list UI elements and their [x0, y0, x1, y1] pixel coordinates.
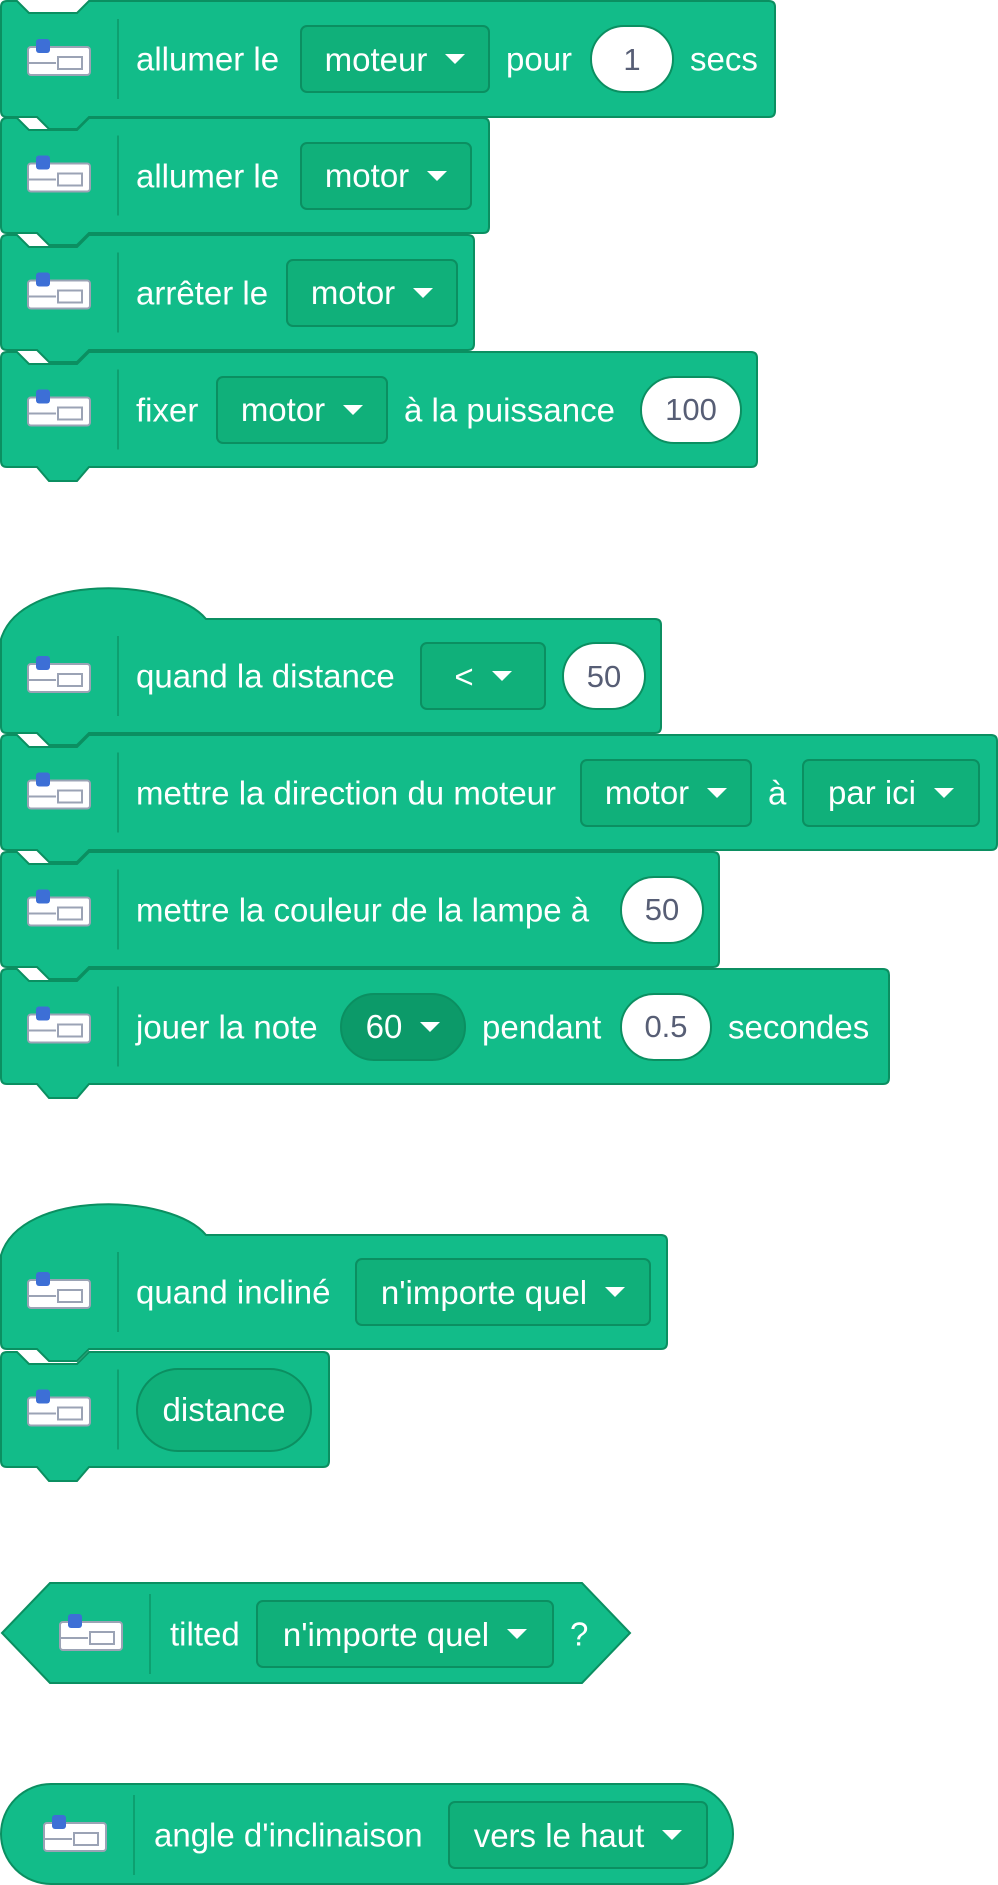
field-dropdown[interactable]: n'importe quel — [256, 1600, 554, 1668]
dropdown-value: 60 — [365, 1008, 403, 1045]
number-input[interactable]: 50 — [562, 642, 646, 710]
caret-down-icon — [934, 787, 955, 798]
field-dropdown[interactable]: < — [420, 642, 546, 710]
caret-down-icon — [662, 1830, 683, 1840]
number-value: 50 — [586, 658, 622, 694]
dropdown-value: motor — [604, 774, 690, 811]
block-label: à — [768, 774, 787, 811]
block-label: mettre la direction du moteur — [136, 774, 557, 811]
caret-down-icon — [605, 1287, 626, 1297]
blocks-layer: allumer le moteur pour 1 secs allumer le motor… — [0, 0, 998, 1885]
caret-down-icon — [343, 404, 364, 415]
dropdown-value: motor — [324, 157, 410, 194]
caret-down-icon — [420, 1021, 441, 1032]
caret-down-icon — [445, 54, 466, 64]
block-label: allumer le — [136, 40, 280, 78]
block-label: à la puissance — [404, 391, 615, 428]
field-dropdown[interactable]: motor — [580, 758, 752, 827]
block-label: angle d'inclinaison — [154, 1816, 423, 1854]
block-label: fixer — [136, 391, 199, 428]
dropdown-value: n'importe quel — [282, 1615, 490, 1653]
block-label: pour — [506, 40, 573, 78]
caret-down-icon — [491, 671, 512, 681]
block-label: tilted — [170, 1615, 240, 1653]
field-dropdown[interactable]: par ici — [802, 758, 980, 827]
block-label: secondes — [728, 1008, 870, 1045]
block-palette: allumer le moteur pour 1 secs allumer le motor… — [0, 0, 998, 1885]
field-dropdown[interactable]: n'importe quel — [355, 1258, 651, 1326]
number-input[interactable]: 1 — [590, 25, 674, 93]
dropdown-value: < — [454, 657, 474, 695]
caret-down-icon — [507, 1629, 528, 1639]
block-label: jouer la note — [136, 1008, 318, 1045]
dropdown-value: moteur — [324, 40, 428, 78]
field-dropdown[interactable]: vers le haut — [448, 1801, 708, 1869]
dropdown-value: n'importe quel — [380, 1273, 588, 1311]
note-dropdown[interactable]: 60 — [340, 992, 466, 1061]
block-label: ? — [570, 1615, 589, 1653]
block-label: quand la distance — [136, 657, 395, 695]
dropdown-value: motor — [240, 391, 326, 428]
caret-down-icon — [427, 170, 448, 181]
block-label: pendant — [482, 1008, 602, 1045]
block-label: arrêter le — [136, 274, 269, 311]
dropdown-value: motor — [310, 274, 396, 311]
block-label: allumer le — [136, 157, 280, 194]
caret-down-icon — [413, 287, 434, 298]
number-value: 50 — [644, 892, 680, 927]
field-dropdown[interactable]: motor — [300, 141, 472, 210]
dropdown-value: par ici — [827, 774, 917, 811]
block-label: mettre la couleur de la lampe à — [136, 891, 590, 928]
field-dropdown[interactable]: moteur — [300, 25, 490, 93]
number-value: 100 — [665, 392, 717, 427]
number-input[interactable]: 100 — [640, 375, 742, 444]
field-dropdown[interactable]: motor — [216, 375, 388, 444]
distance-reporter[interactable]: distance — [136, 1367, 312, 1452]
block-label: secs — [690, 40, 758, 78]
number-input[interactable]: 50 — [620, 875, 704, 944]
block-label: quand incliné — [136, 1273, 331, 1311]
number-value: 1 — [623, 41, 641, 77]
dropdown-value: vers le haut — [473, 1816, 645, 1854]
number-input[interactable]: 0.5 — [620, 992, 712, 1061]
caret-down-icon — [707, 787, 728, 798]
number-value: 0.5 — [644, 1009, 688, 1044]
field-dropdown[interactable]: motor — [286, 258, 458, 327]
reporter-label: distance — [162, 1391, 286, 1428]
